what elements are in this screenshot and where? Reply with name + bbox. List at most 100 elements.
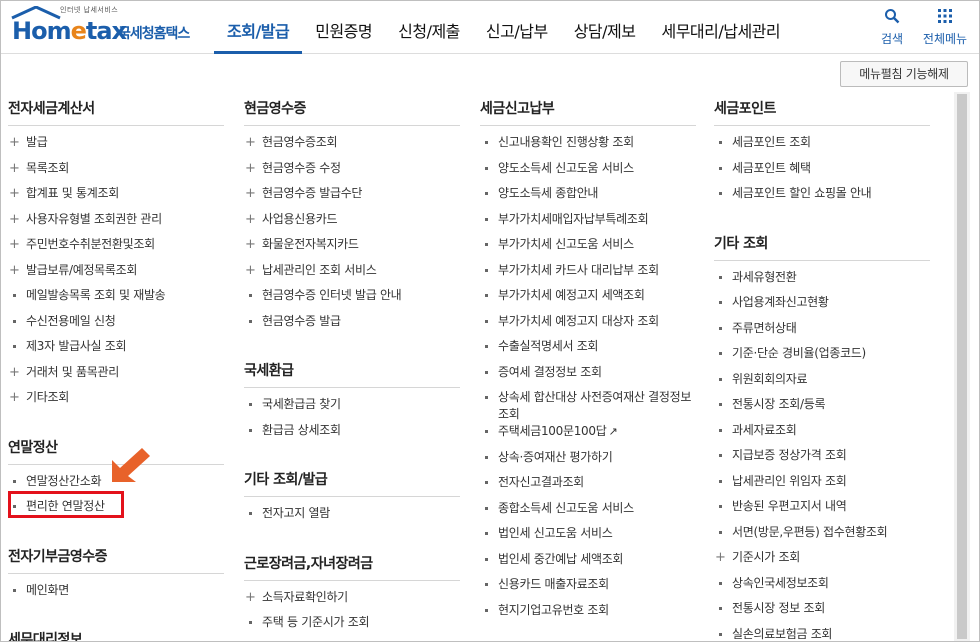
section-title[interactable]: 국세환급 (244, 352, 460, 388)
menu-item[interactable]: + 화물운전자복지카드 (244, 236, 460, 262)
menu-item[interactable]: 전통시장 조회/등록 (714, 396, 930, 422)
section-title[interactable]: 기타 조회 (714, 225, 930, 261)
nav-item-2[interactable]: 민원증명 (302, 0, 385, 54)
section-title[interactable]: 전자기부금영수증 (8, 538, 224, 574)
section-title[interactable]: 전자세금계산서 (8, 90, 224, 126)
menu-item[interactable]: 상속·증여재산 평가하기 (480, 449, 696, 475)
menu-item[interactable]: 전통시장 정보 조회 (714, 600, 930, 626)
menu-item[interactable]: 메일발송목록 조회 및 재발송 (8, 287, 224, 313)
menu-item[interactable]: 국세환급금 찾기 (244, 396, 460, 422)
section-title[interactable]: 기타 조회/발급 (244, 461, 460, 497)
menu-section: 현금영수증 + 현금영수증조회 + 현금영수증 수정 + 현금영수증 발급수단 + 사업용신용카… (244, 90, 460, 352)
search-label: 검색 (880, 32, 904, 46)
menu-item[interactable]: 법인세 신고도움 서비스 (480, 525, 696, 551)
menu-item[interactable]: 주택세금100문100답 ↗ (480, 423, 696, 449)
menu-item[interactable]: + 거래처 및 품목관리 (8, 364, 224, 390)
menu-item[interactable]: + 현금영수증 발급수단 (244, 185, 460, 211)
expand-plus-icon: + (245, 211, 256, 227)
menu-item[interactable]: 서면(방문,우편등) 접수현황조회 (714, 524, 930, 550)
hometax-logo[interactable]: 인터넷 납세서비스 Hometax 국세청홈택스 (10, 4, 192, 48)
menu-item[interactable]: 부가가치세매입자납부특례조회 (480, 211, 696, 237)
scrollbar-thumb[interactable] (957, 94, 967, 639)
menu-item[interactable]: 신용카드 매출자료조회 (480, 576, 696, 602)
menu-item[interactable]: 현금영수증 발급 (244, 313, 460, 339)
bullet-icon (485, 319, 488, 323)
menu-item[interactable]: + 합계표 및 통계조회 (8, 185, 224, 211)
menu-item[interactable]: 부가가치세 카드사 대리납부 조회 (480, 262, 696, 288)
menu-item[interactable]: + 현금영수증조회 (244, 134, 460, 160)
menu-item[interactable]: 주택 등 기준시가 조회 (244, 614, 460, 640)
menu-item[interactable]: + 납세관리인 조회 서비스 (244, 262, 460, 288)
bullet-icon (485, 608, 488, 612)
menu-item[interactable]: 종합소득세 신고도움 서비스 (480, 500, 696, 526)
menu-column-1: 전자세금계산서 + 발급 + 목록조회 + 합계표 및 통계조회 + 사용자유형별 조회권한 관… (8, 90, 224, 642)
menu-item[interactable]: 기준·단순 경비율(업종코드) (714, 345, 930, 371)
menu-item[interactable]: 증여세 결정정보 조회 (480, 364, 696, 390)
menu-item[interactable]: 신고내용확인 진행상황 조회 (480, 134, 696, 160)
menu-item[interactable]: 주류면허상태 (714, 320, 930, 346)
menu-item[interactable]: 현금영수증 인터넷 발급 안내 (244, 287, 460, 313)
menu-item[interactable]: + 발급 (8, 134, 224, 160)
section-title[interactable]: 현금영수증 (244, 90, 460, 126)
menu-item[interactable]: + 목록조회 (8, 160, 224, 186)
menu-item-label: 실손의료보험금 조회 (732, 626, 833, 641)
menu-item[interactable]: + 발급보류/예정목록조회 (8, 262, 224, 288)
menu-item[interactable]: 현지기업고유번호 조회 (480, 602, 696, 628)
menu-item[interactable]: 부가가치세 예정고지 세액조회 (480, 287, 696, 313)
menu-item[interactable]: 세금포인트 조회 (714, 134, 930, 160)
section-title[interactable]: 세금포인트 (714, 90, 930, 126)
nav-item-3[interactable]: 신청/제출 (385, 0, 473, 54)
menu-item[interactable]: 상속인국세정보조회 (714, 575, 930, 601)
menu-item[interactable]: 실손의료보험금 조회 (714, 626, 930, 642)
menu-item[interactable]: 지급보증 정상가격 조회 (714, 447, 930, 473)
vertical-scrollbar[interactable] (954, 92, 970, 642)
menu-item[interactable]: + 사업용신용카드 (244, 211, 460, 237)
nav-item-4[interactable]: 신고/납부 (473, 0, 561, 54)
menu-item[interactable]: 반송된 우편고지서 내역 (714, 498, 930, 524)
menu-item[interactable]: 양도소득세 신고도움 서비스 (480, 160, 696, 186)
menu-item[interactable]: + 사용자유형별 조회권한 관리 (8, 211, 224, 237)
menu-item-label: 발급 (26, 135, 48, 149)
nav-item-6[interactable]: 세무대리/납세관리 (648, 0, 793, 54)
menu-section: 기타 조회/발급전자고지 열람 (244, 461, 460, 545)
section-title[interactable]: 세금신고납부 (480, 90, 696, 126)
search-icon (885, 9, 900, 24)
menu-item[interactable]: + 기준시가 조회 (714, 549, 930, 575)
menu-item[interactable]: 전자고지 열람 (244, 505, 460, 531)
section-title[interactable]: 세무대리정보 (8, 621, 224, 642)
nav-item-1[interactable]: 조회/발급 (214, 0, 303, 54)
menu-item[interactable]: 부가가치세 예정고지 대상자 조회 (480, 313, 696, 339)
menu-item[interactable]: + 주민번호수취분전환및조회 (8, 236, 224, 262)
menu-item[interactable]: 납세관리인 위임자 조회 (714, 473, 930, 499)
menu-item[interactable]: 과세자료조회 (714, 422, 930, 448)
menu-item[interactable]: 수신전용메일 신청 (8, 313, 224, 339)
menu-section: 기타 조회과세유형전환 사업용계좌신고현황 주류면허상태 기준·단순 경비율(업종코드… (714, 225, 930, 642)
menu-item[interactable]: + 기타조회 (8, 389, 224, 415)
menu-item[interactable]: + 소득자료확인하기 (244, 589, 460, 615)
menu-item[interactable]: + 현금영수증 수정 (244, 160, 460, 186)
bullet-icon (719, 352, 722, 355)
menu-item[interactable]: 법인세 중간예납 세액조회 (480, 551, 696, 577)
menu-item-label: 양도소득세 종합안내 (498, 186, 599, 200)
menu-item[interactable]: 위원회회의자료 (714, 371, 930, 397)
menu-item[interactable]: 부가가치세 신고도움 서비스 (480, 236, 696, 262)
menu-item[interactable]: 전자신고결과조회 (480, 474, 696, 500)
menu-close-button[interactable]: 메뉴펼침 기능해제 (840, 61, 968, 87)
menu-item[interactable]: 양도소득세 종합안내 (480, 185, 696, 211)
section-title[interactable]: 근로장려금,자녀장려금 (244, 545, 460, 581)
menu-item-label: 수출실적명세서 조회 (498, 339, 599, 353)
menu-item[interactable]: 과세유형전환 (714, 269, 930, 295)
menu-item[interactable]: 사업용계좌신고현황 (714, 294, 930, 320)
menu-item[interactable]: 환급금 상세조회 (244, 422, 460, 448)
search-button[interactable]: 검색 (872, 8, 912, 47)
nav-item-5[interactable]: 상담/제보 (561, 0, 649, 54)
menu-item[interactable]: 메인화면 (8, 582, 224, 608)
menu-item[interactable]: 세금포인트 혜택 (714, 160, 930, 186)
menu-item[interactable]: 세금포인트 할인 쇼핑몰 안내 (714, 185, 930, 211)
menu-item[interactable]: 상속세 합산대상 사전증여재산 결정정보 조회 (480, 389, 696, 423)
bullet-icon (485, 166, 488, 170)
all-menu-button[interactable]: 전체메뉴 (916, 8, 974, 47)
menu-item[interactable]: 수출실적명세서 조회 (480, 338, 696, 364)
menu-item-label: 신고내용확인 진행상황 조회 (498, 135, 634, 149)
menu-item[interactable]: 제3자 발급사실 조회 (8, 338, 224, 364)
